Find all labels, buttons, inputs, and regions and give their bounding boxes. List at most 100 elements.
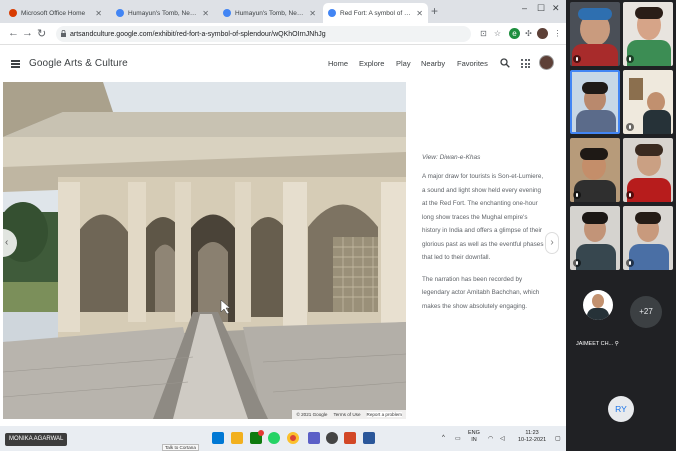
mic-muted-icon: [626, 259, 634, 267]
chrome-icon[interactable]: [287, 432, 299, 444]
mic-muted-icon: [573, 191, 581, 199]
exhibit-content: ‹ © 2021 Google Terms of Use Report a pr…: [0, 82, 566, 426]
system-clock[interactable]: 11:23 10-12-2021: [518, 430, 546, 444]
arts-culture-favicon-icon: [116, 9, 124, 17]
tab-strip: Microsoft Office Home ✕ Humayun's Tomb, …: [0, 0, 566, 23]
tab-office[interactable]: Microsoft Office Home ✕: [4, 3, 107, 23]
participant-tile[interactable]: [570, 206, 620, 270]
avatar: [583, 290, 613, 320]
reload-icon[interactable]: ↻: [37, 27, 46, 40]
site-header: Google Arts & Culture Home Explore Play …: [0, 46, 566, 82]
menu-icon[interactable]: [11, 60, 20, 68]
close-icon[interactable]: ✕: [202, 9, 209, 18]
teams-icon[interactable]: [308, 432, 320, 444]
arts-culture-favicon-icon: [328, 9, 336, 17]
wifi-icon[interactable]: ◠: [488, 435, 493, 442]
new-tab-button[interactable]: +: [431, 4, 438, 18]
nav-home[interactable]: Home: [328, 59, 348, 68]
participant-tile[interactable]: [623, 206, 673, 270]
nav-favorites[interactable]: Favorites: [457, 59, 488, 68]
forward-arrow-icon[interactable]: →: [22, 27, 33, 39]
bookmark-star-icon[interactable]: ☆: [492, 28, 503, 39]
word-icon[interactable]: [363, 432, 375, 444]
network-icon[interactable]: ▭: [455, 435, 461, 442]
window-close-icon[interactable]: ✕: [552, 3, 560, 14]
street-view-footer: © 2021 Google Terms of Use Report a prob…: [292, 410, 406, 419]
story-body: A major draw for tourists is Son-et-Lumi…: [422, 173, 544, 261]
language-indicator[interactable]: ENG IN: [468, 430, 480, 444]
windows-start-icon[interactable]: [212, 432, 224, 444]
back-arrow-icon[interactable]: ←: [8, 27, 19, 39]
participant-name-text: JAIMEET CH...: [576, 341, 614, 347]
mic-muted-icon: [626, 191, 634, 199]
close-icon[interactable]: ✕: [95, 9, 102, 18]
windows-taskbar: MONIKA AGARWAL: [0, 426, 566, 451]
tab-label: Microsoft Office Home: [21, 9, 86, 17]
participant-name: JAIMEET CH... ⚲: [576, 341, 619, 347]
story-panel: View: Diwan-e-Khas A major draw for tour…: [422, 154, 547, 313]
clock-time: 11:23: [525, 430, 539, 436]
apps-grid-icon[interactable]: [521, 59, 530, 68]
volume-icon[interactable]: ◁: [500, 435, 505, 442]
language-code: ENG: [468, 430, 480, 436]
participant-tile[interactable]: [570, 2, 620, 66]
diwan-e-khas-scene: [3, 82, 406, 419]
cast-icon[interactable]: ⊡: [478, 28, 489, 39]
terms-link[interactable]: Terms of Use: [333, 412, 360, 417]
more-vert-icon[interactable]: ⋮: [552, 28, 563, 39]
tray-chevron-icon[interactable]: ^: [442, 435, 445, 441]
cortana-tooltip: Talk to Cortana: [162, 444, 199, 451]
pin-icon[interactable]: ⚲: [615, 341, 619, 347]
browser-toolbar: ← → ↻ artsandculture.google.com/exhibit/…: [0, 23, 566, 45]
mic-muted-icon: [573, 55, 581, 63]
notifications-icon[interactable]: ▢: [555, 435, 561, 442]
participant-tile[interactable]: [570, 138, 620, 202]
mic-muted-icon: [626, 55, 634, 63]
participant-tile-speaking[interactable]: [570, 70, 620, 134]
search-icon[interactable]: [500, 58, 510, 68]
next-arrow-button[interactable]: ›: [545, 232, 559, 254]
report-problem-link[interactable]: Report a problem: [366, 412, 402, 417]
tab-humayun-1[interactable]: Humayun's Tomb, New Delhi, Ind ✕: [111, 3, 214, 23]
tab-label: Humayun's Tomb, New Delhi, Ind: [235, 9, 306, 17]
participant-tile[interactable]: [623, 2, 673, 66]
close-icon[interactable]: ✕: [416, 9, 423, 18]
file-explorer-icon[interactable]: [231, 432, 243, 444]
nav-nearby[interactable]: Nearby: [421, 59, 445, 68]
participant-tile-jaimeet[interactable]: JAIMEET CH... ⚲: [572, 284, 622, 354]
street-view-panorama[interactable]: ‹ © 2021 Google Terms of Use Report a pr…: [3, 82, 406, 419]
tab-label: Red Fort: A symbol of splendou: [340, 9, 413, 17]
nav-explore[interactable]: Explore: [359, 59, 384, 68]
arts-culture-favicon-icon: [223, 9, 231, 17]
mic-muted-icon: [626, 123, 634, 131]
lock-icon: [61, 30, 66, 37]
more-participants-count[interactable]: +27: [630, 296, 662, 328]
powerpoint-icon[interactable]: [344, 432, 356, 444]
copyright-text: © 2021 Google: [296, 412, 328, 417]
site-logo[interactable]: Google Arts & Culture: [29, 58, 128, 69]
minimize-icon[interactable]: –: [522, 3, 527, 13]
close-icon[interactable]: ✕: [309, 9, 316, 18]
mic-muted-icon: [573, 259, 581, 267]
address-bar[interactable]: artsandculture.google.com/exhibit/red-fo…: [56, 26, 471, 42]
participant-tile[interactable]: [623, 70, 673, 134]
maximize-icon[interactable]: ☐: [537, 3, 545, 14]
office-favicon-icon: [9, 9, 17, 17]
avatar[interactable]: [539, 55, 554, 70]
language-region: IN: [471, 437, 477, 443]
extensions-puzzle-icon[interactable]: ✣: [523, 28, 534, 39]
browser-window: Microsoft Office Home ✕ Humayun's Tomb, …: [0, 0, 566, 426]
self-avatar[interactable]: RY: [608, 396, 634, 422]
whatsapp-icon[interactable]: [268, 432, 280, 444]
extension-icon[interactable]: e: [509, 28, 520, 39]
tab-red-fort[interactable]: Red Fort: A symbol of splendou ✕: [323, 3, 428, 23]
story-caption: View: Diwan-e-Khas: [422, 154, 481, 161]
browser-profile-icon[interactable]: [537, 28, 548, 39]
participant-tile[interactable]: [623, 138, 673, 202]
tab-humayun-2[interactable]: Humayun's Tomb, New Delhi, Ind ✕: [218, 3, 321, 23]
nav-play[interactable]: Play: [396, 59, 411, 68]
notification-badge: [258, 430, 264, 436]
tab-label: Humayun's Tomb, New Delhi, Ind: [128, 9, 199, 17]
obs-icon[interactable]: [326, 432, 338, 444]
presenter-name-tag: MONIKA AGARWAL: [5, 433, 68, 446]
